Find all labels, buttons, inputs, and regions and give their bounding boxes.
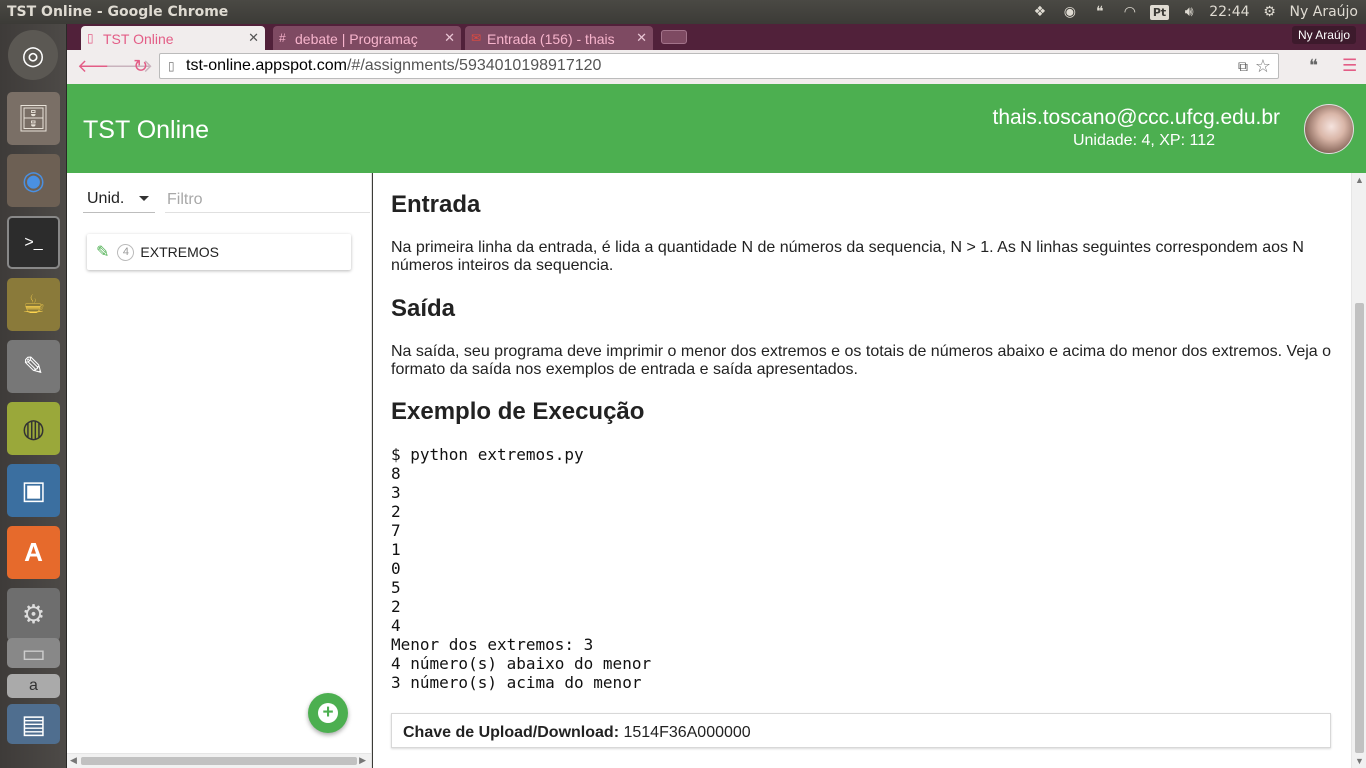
reload-icon[interactable]: ↻ bbox=[133, 56, 148, 77]
section-text-saida: Na saída, seu programa deve imprimir o m… bbox=[391, 343, 1332, 378]
browser-toolbar: 🡐 🡒 ↻ ▯ tst-online.appspot.com/#/assignm… bbox=[67, 50, 1366, 84]
files-icon[interactable]: 🗄︎ bbox=[7, 92, 60, 145]
upload-download-key-box: Chave de Upload/Download: 1514F36A000000 bbox=[391, 713, 1331, 748]
user-unit-xp: Unidade: 4, XP: 112 bbox=[1072, 132, 1215, 149]
volume-icon[interactable]: 🔊︎ bbox=[1179, 2, 1199, 22]
plus-icon: + bbox=[318, 703, 338, 723]
app-header: TST Online thais.toscano@ccc.ufcg.edu.br… bbox=[67, 84, 1366, 173]
software-center-icon[interactable]: A bbox=[7, 526, 60, 579]
chrome-menu-icon[interactable]: ☰ bbox=[1342, 56, 1357, 76]
system-tray: ❖ ◉ ❝ ◠ Pt 🔊︎ 22:44 ⚙ Ny Araújo bbox=[1030, 0, 1358, 24]
add-assignment-button[interactable]: + bbox=[308, 693, 348, 733]
tab-debate[interactable]: # debate | Programaç ✕ bbox=[273, 26, 461, 50]
chrome-launcher-icon[interactable]: ◉ bbox=[7, 154, 60, 207]
page-info-icon[interactable]: ▯ bbox=[168, 59, 175, 73]
teapot-app-icon[interactable]: ☕︎ bbox=[7, 278, 60, 331]
profile-button[interactable]: Ny Araújo bbox=[1291, 26, 1356, 44]
system-settings-icon[interactable]: ⚙ bbox=[7, 588, 60, 641]
url-path: /#/assignments/5934010198917120 bbox=[346, 57, 602, 74]
unit-number-badge: 4 bbox=[117, 243, 135, 261]
translate-icon[interactable]: ⧉ bbox=[1238, 58, 1248, 75]
settings-gear-icon[interactable]: ⚙ bbox=[1260, 2, 1280, 22]
chevron-down-icon bbox=[139, 196, 149, 201]
section-title-saida: Saída bbox=[391, 295, 456, 322]
terminal-icon[interactable]: >_ bbox=[7, 216, 60, 269]
app-title[interactable]: TST Online bbox=[83, 116, 209, 145]
key-label: Chave de Upload/Download: bbox=[403, 724, 620, 741]
tab-tst-online[interactable]: ▯ TST Online ✕ bbox=[81, 26, 265, 50]
window-title: TST Online - Google Chrome bbox=[7, 4, 229, 20]
assignment-item[interactable]: ✎ 4 EXTREMOS bbox=[87, 234, 351, 270]
pencil-icon: ✎ bbox=[96, 244, 110, 261]
close-tab-icon[interactable]: ✕ bbox=[248, 30, 259, 46]
hangouts-tray-icon[interactable]: ❝ bbox=[1090, 2, 1110, 22]
filter-input[interactable] bbox=[165, 185, 370, 213]
assignment-name: EXTREMOS bbox=[140, 244, 219, 260]
new-tab-button[interactable] bbox=[661, 30, 687, 44]
scroll-left-arrow-icon[interactable]: ◀ bbox=[70, 755, 77, 766]
stacked-apps-icon[interactable]: ▤ bbox=[7, 704, 60, 744]
main-vertical-scrollbar[interactable]: ▲ ▼ bbox=[1351, 173, 1366, 768]
scroll-right-arrow-icon[interactable]: ▶ bbox=[359, 755, 366, 766]
scroll-up-arrow-icon[interactable]: ▲ bbox=[1355, 175, 1364, 185]
clock[interactable]: 22:44 bbox=[1209, 4, 1249, 20]
assignments-sidebar: Unid. ✎ 4 EXTREMOS + ◀ ▶ bbox=[67, 173, 372, 768]
key-value: 1514F36A000000 bbox=[623, 724, 751, 741]
keyboard-layout-indicator[interactable]: Pt bbox=[1149, 4, 1170, 20]
hangouts-extension-icon[interactable]: ❝ bbox=[1309, 56, 1318, 76]
browser-chrome: ▯ TST Online ✕ # debate | Programaç ✕ ✉ … bbox=[67, 24, 1366, 84]
wifi-icon[interactable]: ◠ bbox=[1120, 2, 1140, 22]
close-tab-icon[interactable]: ✕ bbox=[444, 30, 455, 46]
section-title-entrada: Entrada bbox=[391, 191, 481, 218]
sidebar-horizontal-scrollbar[interactable]: ◀ ▶ bbox=[67, 753, 371, 768]
gmail-icon: ✉ bbox=[471, 31, 482, 45]
user-email: thais.toscano@ccc.ufcg.edu.br bbox=[992, 106, 1280, 129]
tab-label: TST Online bbox=[103, 31, 174, 47]
unity-launcher: ◎ 🗄︎ ◉ >_ ☕︎ ✎ ◍ ▣ A ⚙ ▭ a ▤ bbox=[0, 24, 67, 768]
text-editor-icon[interactable]: ✎ bbox=[7, 340, 60, 393]
address-bar[interactable]: ▯ tst-online.appspot.com/#/assignments/5… bbox=[159, 53, 1279, 79]
speaker-app-icon[interactable]: ◍ bbox=[7, 402, 60, 455]
section-text-entrada: Na primeira linha da entrada, é lida a q… bbox=[391, 239, 1304, 274]
unit-select-value: Unid. bbox=[87, 190, 125, 207]
section-title-exemplo: Exemplo de Execução bbox=[391, 398, 645, 425]
chrome-tray-icon[interactable]: ◉ bbox=[1060, 2, 1080, 22]
scrollbar-thumb[interactable] bbox=[81, 757, 357, 765]
session-user[interactable]: Ny Araújo bbox=[1290, 4, 1358, 20]
ubuntu-dash-icon[interactable]: ◎ bbox=[8, 30, 58, 80]
url-host: tst-online.appspot.com bbox=[186, 57, 347, 74]
image-viewer-icon[interactable]: ▣ bbox=[7, 464, 60, 517]
bookmark-star-icon[interactable]: ☆ bbox=[1255, 56, 1271, 77]
example-execution-code: $ python extremos.py 8 3 2 7 1 0 5 2 4 M… bbox=[391, 445, 652, 692]
tab-label: Entrada (156) - thais bbox=[487, 31, 615, 47]
scrollbar-thumb[interactable] bbox=[1355, 303, 1364, 753]
scroll-down-arrow-icon[interactable]: ▼ bbox=[1355, 756, 1364, 766]
avatar[interactable] bbox=[1304, 104, 1354, 154]
system-top-panel: TST Online - Google Chrome ❖ ◉ ❝ ◠ Pt 🔊︎… bbox=[0, 0, 1366, 24]
page-icon: ▯ bbox=[87, 31, 94, 45]
amazon-icon[interactable]: a bbox=[7, 674, 60, 698]
dropbox-icon[interactable]: ❖ bbox=[1030, 2, 1050, 22]
unit-select[interactable]: Unid. bbox=[83, 185, 155, 213]
drive-icon[interactable]: ▭ bbox=[7, 638, 60, 668]
tab-label: debate | Programaç bbox=[295, 31, 418, 47]
tab-gmail[interactable]: ✉ Entrada (156) - thais ✕ bbox=[465, 26, 653, 50]
close-tab-icon[interactable]: ✕ bbox=[636, 30, 647, 46]
assignment-content: Entrada Na primeira linha da entrada, é … bbox=[373, 173, 1351, 768]
hash-icon: # bbox=[279, 31, 286, 45]
